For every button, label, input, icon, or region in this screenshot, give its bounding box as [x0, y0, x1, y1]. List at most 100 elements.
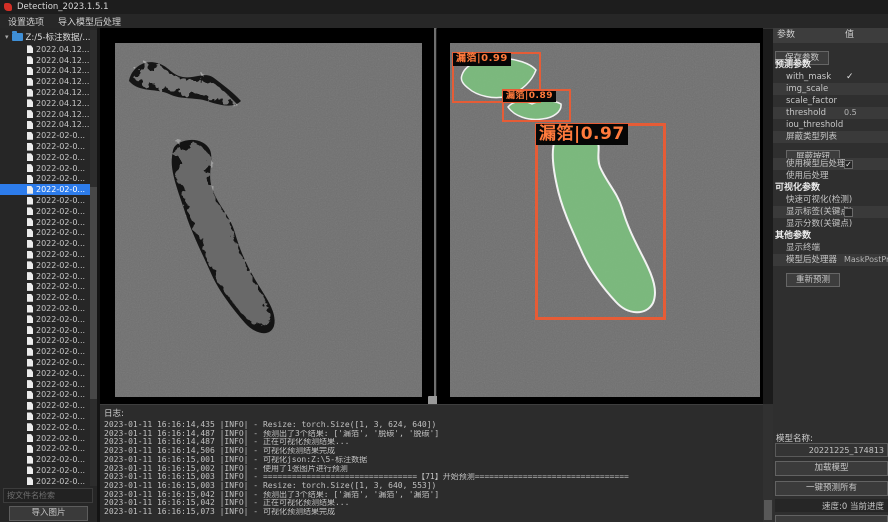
tree-item[interactable]: 2022-02-0... — [0, 228, 97, 239]
checkbox-unchecked[interactable] — [844, 208, 853, 217]
param-row[interactable]: with_mask ✓ — [773, 71, 888, 83]
sidebar-scrollbar[interactable] — [90, 30, 97, 486]
log-line: 2023-01-11 16:16:14,487 |INFO| - 预测出了3个结… — [104, 430, 759, 439]
tree-item[interactable]: 2022-02-0... — [0, 238, 97, 249]
tree-item-label: 2022-02-0... — [36, 207, 85, 216]
file-icon — [27, 99, 33, 107]
tree-item-label: 2022-02-0... — [36, 380, 85, 389]
tree-item[interactable]: 2022-02-0... — [0, 454, 97, 465]
tree-item[interactable]: 2022.04.12... — [0, 66, 97, 77]
repredict-button[interactable]: 重新预测 — [786, 273, 840, 287]
tree-root-folder[interactable]: ▾ Z:/5-标注数据/... — [0, 30, 97, 43]
file-icon — [27, 423, 33, 431]
tree-item[interactable]: 2022-02-0... — [0, 346, 97, 357]
param-row[interactable]: 显示终端 — [773, 242, 888, 254]
sidebar-scrollbar-thumb[interactable] — [90, 187, 97, 399]
file-icon — [27, 380, 33, 388]
tree-item-label: 2022.04.12... — [36, 120, 89, 129]
import-image-button[interactable]: 导入图片 — [9, 506, 88, 521]
tree-item-label: 2022-02-0... — [36, 434, 85, 443]
tree-item[interactable]: 2022.04.12... — [0, 55, 97, 66]
tree-item[interactable]: 2022-02-0... — [0, 390, 97, 401]
log-lines: 2023-01-11 16:16:14,435 |INFO| - Resize:… — [104, 421, 759, 517]
model-name-field[interactable]: 20221225_174813 — [775, 443, 888, 457]
tree-item[interactable]: 2022-02-0... — [0, 271, 97, 282]
predict-all-button[interactable]: 一键预测所有 — [775, 481, 888, 496]
param-button-row: 保存参数 — [773, 44, 888, 59]
file-icon — [27, 283, 33, 291]
param-row[interactable]: img_scale — [773, 83, 888, 95]
tree-item[interactable]: 2022-02-0... — [0, 357, 97, 368]
file-icon — [27, 153, 33, 161]
tree-item[interactable]: 2022-02-0... — [0, 368, 97, 379]
menu-settings[interactable]: 设置选项 — [8, 15, 44, 28]
tree-item[interactable]: 2022-02-0... — [0, 260, 97, 271]
param-row[interactable]: 快速可视化(检测) — [773, 194, 888, 206]
tree-item[interactable]: 2022.04.12... — [0, 109, 97, 120]
tree-item[interactable]: 2022-02-0... — [0, 141, 97, 152]
panel-splitter[interactable] — [434, 28, 436, 404]
tree-item[interactable]: 2022.04.12... — [0, 87, 97, 98]
param-row[interactable]: 屏蔽类型列表 — [773, 131, 888, 143]
param-label: 显示标签(关键点) — [786, 207, 852, 217]
original-image[interactable] — [115, 43, 422, 397]
checkmark-icon[interactable]: ✓ — [846, 71, 854, 83]
param-row[interactable]: 显示标签(关键点) — [773, 206, 888, 218]
param-label: with_mask — [786, 72, 831, 82]
title-bar: Detection_2023.1.5.1 — [0, 0, 888, 14]
tree-item[interactable]: 2022-02-0... — [0, 443, 97, 454]
tree-item[interactable]: 2022-02-0... — [0, 249, 97, 260]
tree-item[interactable]: 2022-02-0... — [0, 206, 97, 217]
tree-item[interactable]: 2022.04.12... — [0, 120, 97, 131]
tree-item[interactable]: 2022-02-0... — [0, 217, 97, 228]
tree-item[interactable]: 2022-02-0... — [0, 400, 97, 411]
menu-import-postprocess[interactable]: 导入模型后处理 — [58, 15, 121, 28]
log-line: 2023-01-11 16:16:14,487 |INFO| - 正在可视化预测… — [104, 438, 759, 447]
tree-item[interactable]: 2022-02-0... — [0, 152, 97, 163]
param-row[interactable]: iou_threshold — [773, 119, 888, 131]
tree-item[interactable]: 2022.04.12... — [0, 44, 97, 55]
params-header-value: 值 — [845, 28, 854, 43]
tree-item[interactable]: 2022-02-0... — [0, 184, 97, 195]
tree-item[interactable]: 2022-02-0... — [0, 411, 97, 422]
file-icon — [27, 359, 33, 367]
grayscale-sample-image — [115, 43, 422, 397]
tree-item[interactable]: 2022-02-0... — [0, 303, 97, 314]
tree-item[interactable]: 2022-02-0... — [0, 465, 97, 476]
tree-item-label: 2022-02-0... — [36, 347, 85, 356]
app-logo-icon — [4, 3, 12, 11]
tree-item[interactable]: 2022-02-0... — [0, 130, 97, 141]
file-icon — [27, 251, 33, 259]
tree-item-label: 2022-02-0... — [36, 131, 85, 140]
search-input[interactable] — [3, 488, 93, 503]
tree-item[interactable]: 2022-02-0... — [0, 336, 97, 347]
tree-item[interactable]: 2022-02-0... — [0, 195, 97, 206]
param-row[interactable]: 使用后处理 — [773, 170, 888, 182]
tree-item[interactable]: 2022-02-0... — [0, 325, 97, 336]
tree-item[interactable]: 2022-02-0... — [0, 163, 97, 174]
tree-item[interactable]: 2022-02-0... — [0, 292, 97, 303]
chevron-down-icon[interactable]: ▾ — [5, 33, 9, 41]
tree-item[interactable]: 2022-02-0... — [0, 282, 97, 293]
prediction-image[interactable]: 漏箔|0.99漏箔|0.89漏箔|0.97 — [450, 43, 760, 397]
tree-item[interactable]: 2022-02-0... — [0, 379, 97, 390]
param-row[interactable]: scale_factor — [773, 95, 888, 107]
tree-item[interactable]: 2022-02-0... — [0, 476, 97, 487]
file-icon — [27, 121, 33, 129]
param-row[interactable]: 使用模型后处理✓ — [773, 158, 888, 170]
postprocess-settings-button[interactable]: 后处理参数设置 — [775, 515, 888, 522]
param-row[interactable]: 显示分数(关键点) — [773, 218, 888, 230]
tree-item[interactable]: 2022-02-0... — [0, 422, 97, 433]
tree-item[interactable]: 2022-02-0... — [0, 314, 97, 325]
progress-status: 速度:0 当前进度 — [775, 499, 888, 512]
tree-item[interactable]: 2022-02-0... — [0, 174, 97, 185]
log-scrollbar-thumb[interactable] — [764, 500, 772, 520]
tree-item[interactable]: 2022.04.12... — [0, 98, 97, 109]
param-row[interactable]: threshold0.5 — [773, 107, 888, 119]
load-model-button[interactable]: 加载模型 — [775, 461, 888, 476]
tree-item[interactable]: 2022-02-0... — [0, 433, 97, 444]
param-row[interactable]: 模型后处理器MaskPostPro — [773, 254, 888, 266]
params-header-param: 参数 — [773, 30, 795, 40]
tree-item[interactable]: 2022.04.12... — [0, 76, 97, 87]
checkbox-checked[interactable]: ✓ — [844, 160, 853, 169]
